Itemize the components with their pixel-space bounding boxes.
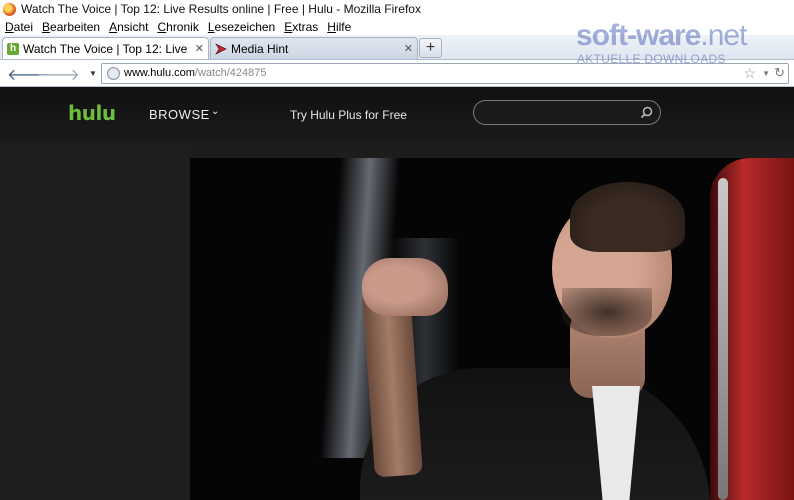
video-player[interactable] [190, 158, 794, 500]
history-dropdown-icon[interactable]: ▼ [89, 69, 97, 78]
tab-hulu[interactable]: h Watch The Voice | Top 12: Live Result.… [2, 37, 209, 59]
video-hair [570, 182, 685, 252]
window-title: Watch The Voice | Top 12: Live Results o… [21, 2, 421, 16]
watermark-subtitle: AKTUELLE DOWNLOADS [577, 52, 726, 66]
try-hulu-plus-link[interactable]: Try Hulu Plus for Free [290, 108, 407, 122]
hulu-logo[interactable]: hulu [68, 101, 116, 125]
firefox-icon [3, 2, 16, 16]
url-text[interactable]: www.hulu.com/watch/424875 [124, 67, 266, 79]
mediahint-favicon-icon [215, 42, 227, 55]
menu-ansicht[interactable]: Ansicht [109, 20, 148, 34]
search-box[interactable] [473, 100, 661, 125]
close-tab-icon[interactable]: ✕ [404, 42, 413, 55]
menu-lesezeichen[interactable]: Lesezeichen [208, 20, 275, 34]
tab-label: Media Hint [231, 41, 289, 56]
search-input[interactable] [484, 104, 634, 122]
watermark-logo: soft-ware.net AKTUELLE DOWNLOADS [576, 19, 794, 69]
browse-menu[interactable]: BROWSE [149, 107, 210, 122]
watermark-brand-main: soft-ware [576, 19, 701, 52]
tab-media-hint[interactable]: Media Hint ✕ [210, 37, 418, 59]
window-title-bar: Watch The Voice | Top 12: Live Results o… [0, 0, 794, 18]
watermark-brand-tld: .net [700, 19, 747, 52]
video-chair-edge [718, 178, 728, 500]
url-domain: www.hulu.com [124, 67, 195, 79]
new-tab-button[interactable]: + [419, 38, 442, 58]
url-path: /watch/424875 [194, 67, 267, 79]
hulu-header: hulu BROWSE ⌄ Try Hulu Plus for Free [0, 87, 794, 143]
globe-icon [107, 67, 120, 80]
menu-extras[interactable]: Extras [284, 20, 318, 34]
video-beard [562, 288, 652, 336]
close-tab-icon[interactable]: ✕ [195, 42, 204, 55]
forward-arrow-icon[interactable]: 🡒 [37, 64, 80, 85]
chevron-down-icon[interactable]: ⌄ [211, 106, 219, 117]
url-dropdown-icon[interactable]: ▼ [762, 69, 770, 78]
hulu-page: hulu BROWSE ⌄ Try Hulu Plus for Free [0, 87, 794, 500]
menu-bearbeiten[interactable]: Bearbeiten [42, 20, 100, 34]
menu-hilfe[interactable]: Hilfe [327, 20, 351, 34]
hulu-favicon-icon: h [7, 42, 19, 55]
search-icon[interactable] [640, 106, 653, 119]
video-fist [362, 258, 448, 316]
page-background [0, 143, 190, 500]
tab-label: Watch The Voice | Top 12: Live Result... [23, 41, 191, 56]
menu-chronik[interactable]: Chronik [157, 20, 198, 34]
menu-datei[interactable]: Datei [5, 20, 33, 34]
watermark-brand: soft-ware.net [576, 19, 747, 53]
